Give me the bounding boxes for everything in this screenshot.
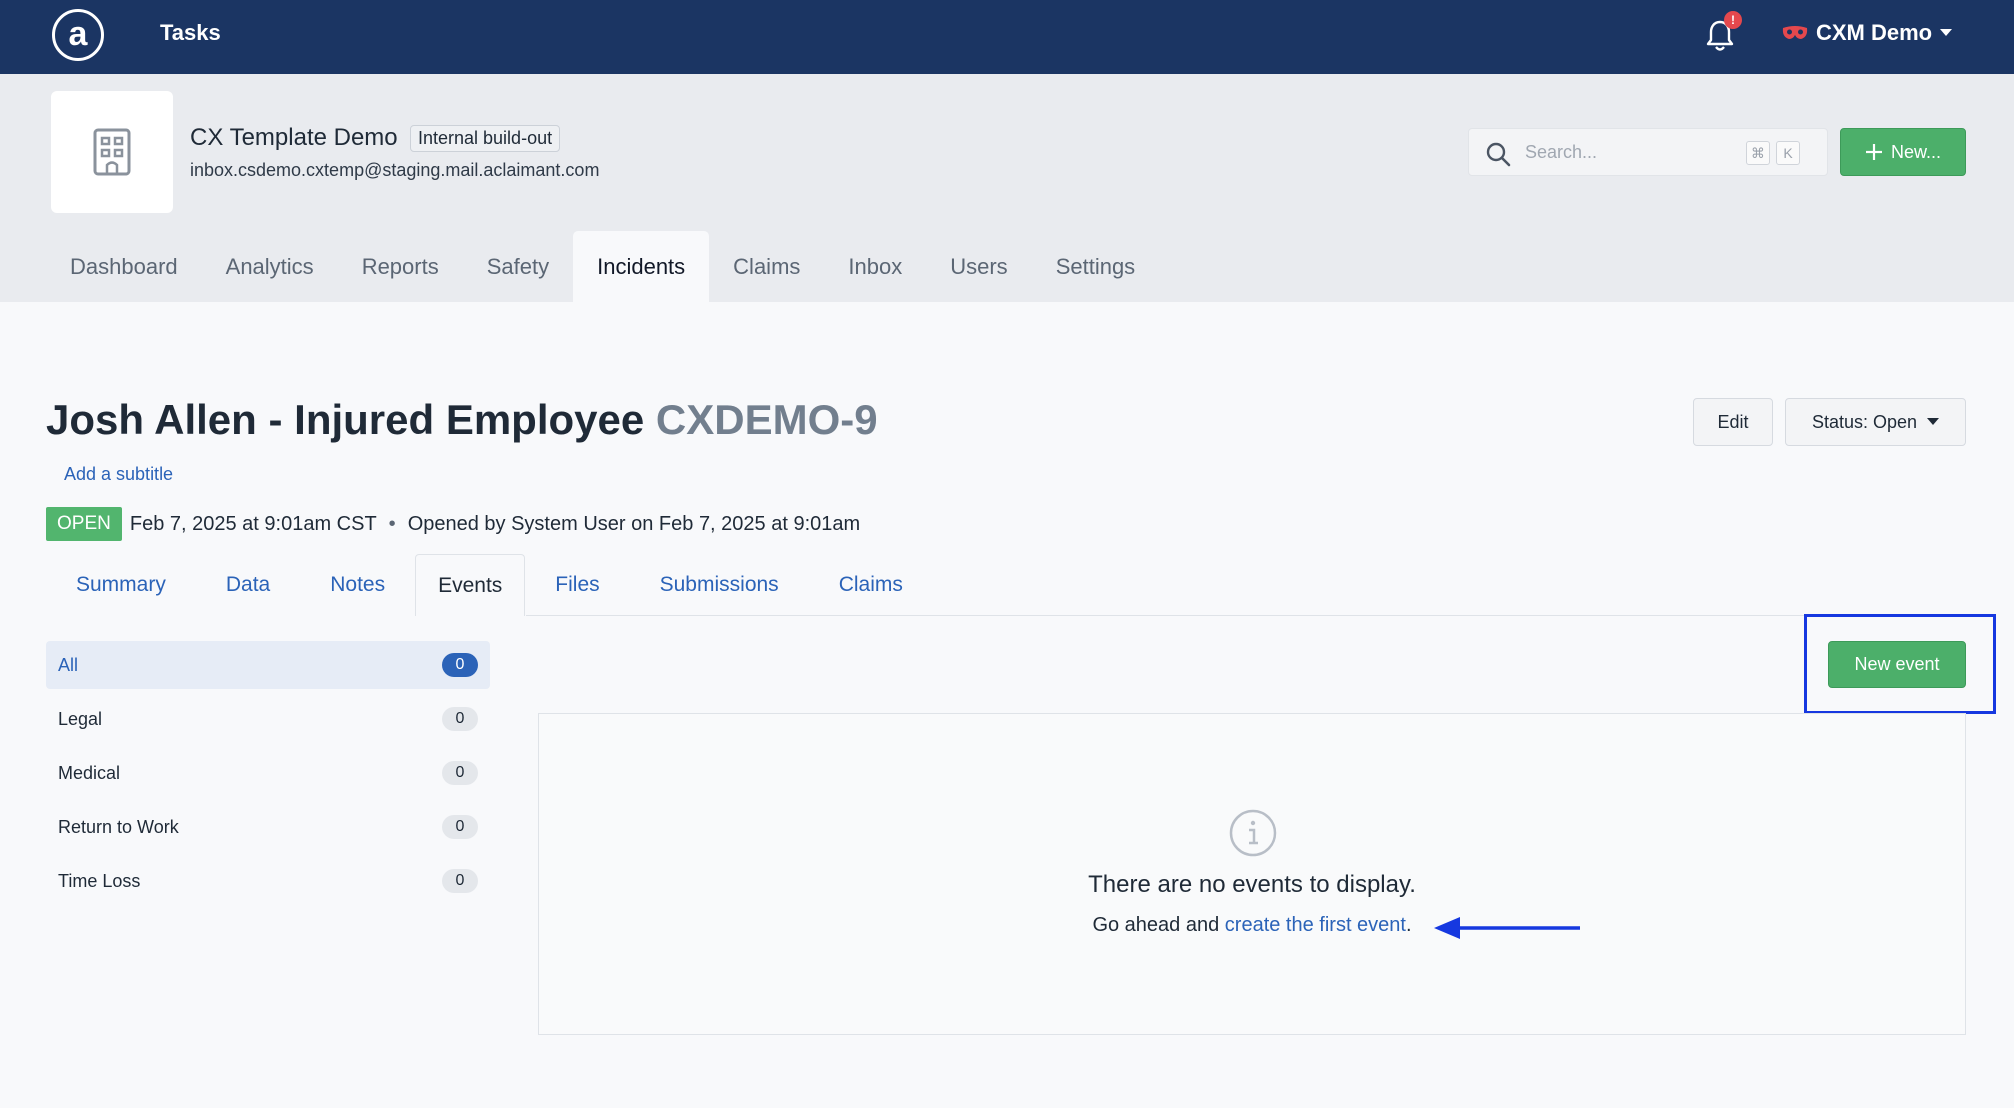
meta-separator: • bbox=[388, 512, 396, 535]
shortcut-cmd-key: ⌘ bbox=[1746, 141, 1770, 165]
org-name: CX Template Demo bbox=[190, 124, 398, 151]
incident-meta: OPEN Feb 7, 2025 at 9:01am CST • Opened … bbox=[46, 507, 860, 541]
top-navbar: a Tasks ! CXM Demo bbox=[0, 0, 2014, 74]
building-icon bbox=[93, 128, 131, 176]
tab-events[interactable]: Events bbox=[415, 554, 526, 616]
incident-tabs: Summary Data Notes Events Files Submissi… bbox=[46, 554, 933, 616]
count-badge: 0 bbox=[442, 869, 478, 893]
empty-state-text: Go ahead and create the first event. bbox=[539, 914, 1965, 937]
empty-state-prefix: Go ahead and bbox=[1092, 914, 1225, 936]
filter-label: Medical bbox=[58, 762, 121, 783]
filter-label: All bbox=[58, 654, 79, 675]
tasks-link[interactable]: Tasks bbox=[160, 20, 221, 46]
incident-code: CXDEMO-9 bbox=[655, 396, 878, 443]
count-badge: 0 bbox=[442, 707, 478, 731]
notification-badge: ! bbox=[1724, 11, 1742, 29]
annotation-arrow-icon bbox=[1434, 917, 1580, 939]
org-header: CX Template Demo Internal build-out inbo… bbox=[0, 74, 2014, 302]
tab-summary[interactable]: Summary bbox=[46, 554, 196, 616]
tab-analytics[interactable]: Analytics bbox=[202, 231, 338, 302]
tab-incidents[interactable]: Incidents bbox=[573, 231, 710, 302]
tab-reports[interactable]: Reports bbox=[338, 231, 463, 302]
tabs-divider bbox=[526, 615, 1966, 616]
add-subtitle-link[interactable]: Add a subtitle bbox=[64, 464, 173, 485]
count-badge: 0 bbox=[442, 653, 478, 677]
status-dropdown[interactable]: Status: Open bbox=[1785, 398, 1966, 446]
opened-by: Opened by System User on Feb 7, 2025 at … bbox=[407, 512, 861, 535]
count-badge: 0 bbox=[442, 761, 478, 785]
org-email: inbox.csdemo.cxtemp@staging.mail.aclaima… bbox=[190, 160, 600, 180]
tab-files[interactable]: Files bbox=[525, 554, 629, 616]
tab-incident-claims[interactable]: Claims bbox=[809, 554, 933, 616]
tab-inbox[interactable]: Inbox bbox=[824, 231, 926, 302]
org-tag-badge: Internal build-out bbox=[410, 125, 561, 152]
new-button[interactable]: New... bbox=[1840, 128, 1966, 176]
filter-label: Return to Work bbox=[58, 816, 179, 837]
tab-safety[interactable]: Safety bbox=[463, 231, 573, 302]
user-menu[interactable]: CXM Demo bbox=[1782, 20, 1953, 46]
tab-submissions[interactable]: Submissions bbox=[630, 554, 809, 616]
status-label: Status: Open bbox=[1811, 411, 1918, 432]
count-badge: 0 bbox=[442, 815, 478, 839]
tab-notes[interactable]: Notes bbox=[300, 554, 415, 616]
event-filter-list: All 0 Legal 0 Medical 0 Return to Work 0… bbox=[46, 641, 490, 911]
search-icon bbox=[1486, 142, 1511, 167]
filter-legal[interactable]: Legal 0 bbox=[46, 695, 490, 743]
mask-icon bbox=[1782, 26, 1808, 39]
filter-label: Time Loss bbox=[58, 870, 141, 891]
search-box[interactable]: ⌘ K bbox=[1468, 128, 1828, 176]
tab-users[interactable]: Users bbox=[926, 231, 1031, 302]
page-title: Josh Allen - Injured Employee CXDEMO-9 bbox=[46, 396, 878, 444]
shortcut-k-key: K bbox=[1776, 141, 1800, 165]
incident-date: Feb 7, 2025 at 9:01am CST bbox=[129, 512, 377, 535]
filter-time-loss[interactable]: Time Loss 0 bbox=[46, 857, 490, 905]
empty-state-suffix: . bbox=[1405, 914, 1412, 936]
filter-all[interactable]: All 0 bbox=[46, 641, 490, 689]
info-icon bbox=[1229, 809, 1277, 857]
filter-label: Legal bbox=[58, 708, 103, 729]
caret-down-icon bbox=[1927, 418, 1940, 425]
events-empty-state: There are no events to display. Go ahead… bbox=[538, 713, 1966, 1035]
create-first-event-link[interactable]: create the first event bbox=[1225, 914, 1406, 936]
tab-dashboard[interactable]: Dashboard bbox=[0, 231, 202, 302]
plus-icon bbox=[1865, 144, 1882, 160]
status-badge: OPEN bbox=[46, 507, 122, 541]
edit-button[interactable]: Edit bbox=[1693, 398, 1773, 446]
user-name: CXM Demo bbox=[1816, 20, 1933, 45]
main-tabs: Dashboard Analytics Reports Safety Incid… bbox=[0, 231, 1159, 302]
annotation-highlight-box bbox=[1804, 614, 1996, 714]
tab-data[interactable]: Data bbox=[196, 554, 300, 616]
new-button-label: New... bbox=[1890, 141, 1942, 162]
tab-claims[interactable]: Claims bbox=[709, 231, 824, 302]
org-avatar bbox=[51, 91, 173, 213]
caret-down-icon bbox=[1940, 29, 1953, 36]
incident-title: Josh Allen - Injured Employee bbox=[46, 396, 645, 443]
filter-return-to-work[interactable]: Return to Work 0 bbox=[46, 803, 490, 851]
empty-state-title: There are no events to display. bbox=[1088, 871, 1416, 898]
search-input[interactable] bbox=[1525, 138, 1735, 166]
tab-settings[interactable]: Settings bbox=[1032, 231, 1160, 302]
filter-medical[interactable]: Medical 0 bbox=[46, 749, 490, 797]
aclaimant-logo-icon[interactable]: a bbox=[52, 9, 104, 61]
